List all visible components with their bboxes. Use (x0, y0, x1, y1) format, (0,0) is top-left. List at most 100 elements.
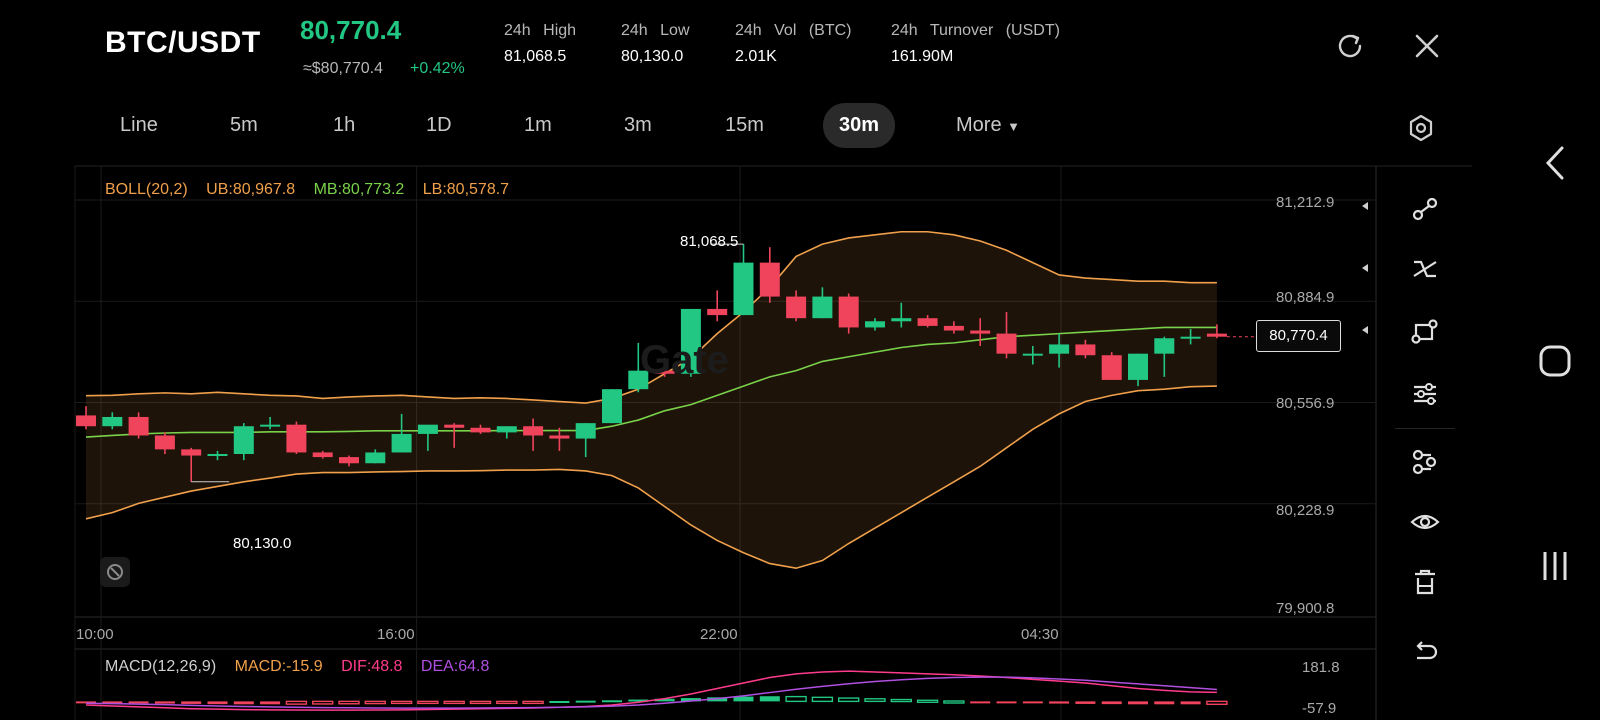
macd-histogram-bar (838, 697, 860, 703)
watermark-logo: Gate (640, 338, 729, 382)
indicator-settings-icon[interactable] (1409, 378, 1441, 410)
macd-histogram-bar (1128, 701, 1148, 705)
macd-histogram-bar (864, 698, 886, 703)
macd-histogram-bar (1154, 701, 1175, 705)
macd-histogram-bar (128, 701, 149, 704)
macd-histogram-bar (1022, 701, 1043, 704)
expand-caret-icon[interactable] (1362, 202, 1368, 210)
candle-body (549, 435, 570, 439)
candle-body (1206, 333, 1227, 337)
macd-histogram-bar (1075, 701, 1096, 704)
macd-histogram-bar (575, 700, 596, 703)
candle-body (786, 296, 807, 319)
dif-value: DIF:48.8 (341, 658, 403, 675)
candle-body (470, 427, 491, 433)
candle-body (970, 330, 991, 334)
toolbar-divider (1395, 428, 1455, 429)
macd-histogram-bar (496, 700, 518, 705)
macd-legend: MACD(12,26,9) MACD:-15.9 DIF:48.8 DEA:64… (105, 658, 489, 676)
candle-body (523, 426, 544, 436)
trash-icon[interactable] (1409, 566, 1441, 598)
macd-histogram-bar (260, 701, 281, 705)
macd-histogram-bar (549, 701, 570, 704)
candle-body (943, 325, 964, 331)
time-axis-label: 22:00 (700, 626, 738, 643)
back-icon[interactable] (1540, 145, 1570, 181)
macd-axis-top: 181.8 (1302, 659, 1340, 676)
price-axis-label: 81,212.9 (1276, 194, 1335, 211)
macd-histogram-bar (785, 695, 807, 703)
candle-body (1022, 353, 1043, 356)
candle-body (1180, 336, 1201, 339)
macd-histogram-bar (233, 701, 254, 705)
candle-body (838, 296, 859, 328)
candle-body (286, 424, 307, 453)
undo-icon[interactable] (1409, 636, 1441, 668)
recent-apps-icon[interactable] (1540, 550, 1570, 582)
candle-body (76, 415, 96, 427)
dea-line (85, 676, 1217, 709)
macd-histogram-bar (443, 700, 465, 705)
price-axis-label: 80,556.9 (1276, 395, 1335, 412)
macd-histogram-bar (970, 701, 991, 704)
home-icon[interactable] (1538, 344, 1572, 378)
macd-histogram-bar (181, 701, 202, 704)
candle-body (339, 457, 359, 464)
candle-body (102, 416, 123, 427)
macd-histogram-bar (154, 701, 175, 704)
macd-histogram-bar (207, 701, 228, 705)
candle-body (496, 426, 517, 433)
candle-body (365, 452, 386, 464)
candle-body (1049, 344, 1070, 354)
low-annotation: 80,130.0 (233, 535, 292, 552)
candle-body (1075, 344, 1096, 356)
macd-axis-bottom: -57.9 (1302, 700, 1337, 717)
macd-histogram-bar (417, 700, 439, 705)
shape-tool-icon[interactable] (1409, 316, 1441, 348)
expand-caret-icon[interactable] (1362, 264, 1368, 272)
candle-body (917, 318, 938, 326)
time-axis-label: 04:30 (1021, 626, 1059, 643)
candle-body (891, 318, 912, 322)
macd-name: MACD(12,26,9) (105, 658, 217, 675)
candle-body (207, 454, 228, 457)
price-axis-label: 80,884.9 (1276, 289, 1335, 306)
magnet-tool-icon[interactable] (1409, 446, 1441, 478)
macd-histogram-bar (364, 700, 386, 705)
macd-histogram-bar (811, 696, 834, 703)
macd-histogram-bar (469, 700, 492, 705)
candle-body (391, 433, 412, 453)
macd-histogram-bar (759, 696, 780, 702)
macd-histogram-bar (1206, 700, 1228, 705)
macd-histogram-bar (1049, 701, 1070, 704)
macd-histogram-bar (522, 700, 544, 705)
expand-caret-icon[interactable] (1362, 326, 1368, 334)
candle-body (128, 416, 149, 436)
macd-histogram-bar (916, 699, 939, 703)
macd-histogram-bar (312, 700, 334, 705)
high-annotation: 81,068.5 (680, 233, 739, 250)
macd-histogram-bar (390, 700, 413, 705)
candle-body (759, 262, 780, 297)
price-chart[interactable] (0, 0, 1600, 720)
macd-histogram-bar (1101, 701, 1122, 705)
price-axis-label: 80,228.9 (1276, 502, 1335, 519)
candle-body (865, 321, 885, 328)
candle-body (312, 452, 333, 458)
eye-icon[interactable] (1409, 506, 1441, 538)
candle-body (181, 449, 202, 456)
candle-body (733, 262, 754, 316)
candle-body (1128, 353, 1148, 380)
candle-body (444, 424, 465, 428)
candle-body (1154, 338, 1175, 354)
current-price-tag: 80,770.4 (1256, 320, 1341, 352)
candle-body (575, 423, 596, 439)
candle-body (602, 389, 622, 424)
macd-histogram-bar (996, 701, 1017, 704)
candle-body (1101, 355, 1122, 380)
reset-chart-button[interactable] (100, 557, 130, 587)
polyline-tool-icon[interactable] (1409, 254, 1441, 286)
dea-value: DEA:64.8 (420, 658, 490, 675)
trendline-tool-icon[interactable] (1409, 193, 1441, 225)
macd-histogram-bar (1180, 701, 1201, 705)
